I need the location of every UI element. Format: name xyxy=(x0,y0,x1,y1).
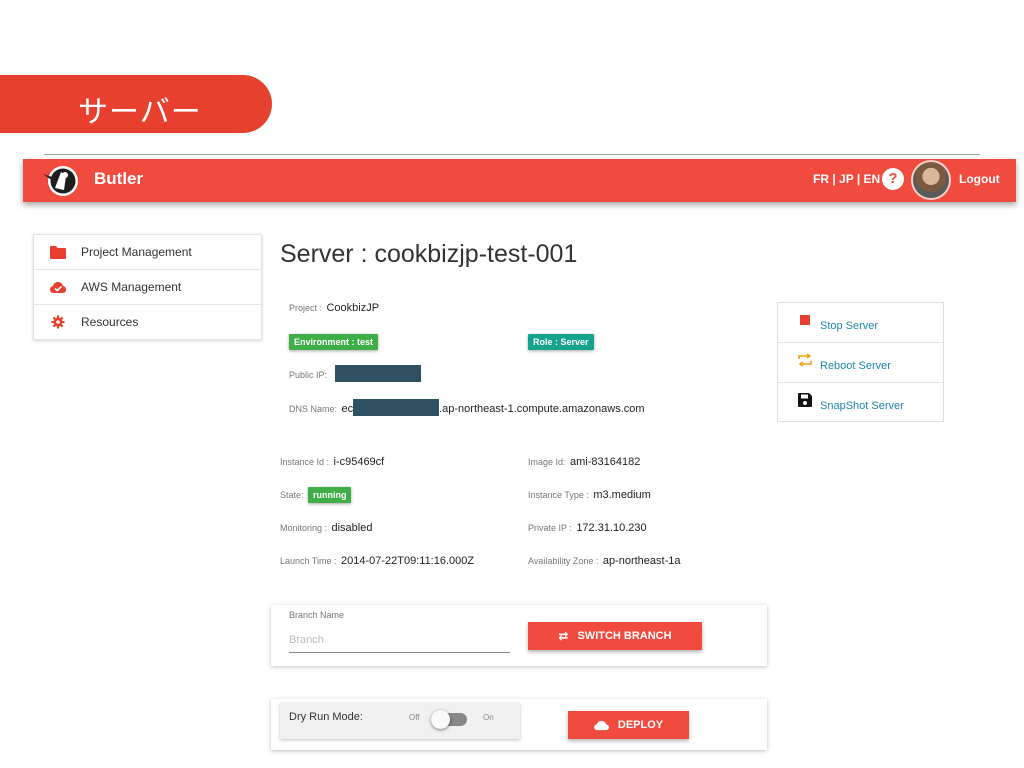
environment-badge: Environment : test xyxy=(289,334,379,350)
instance-type-label: Instance Type : xyxy=(528,490,589,500)
public-ip-field: Public IP: xyxy=(289,365,422,383)
project-field: Project : CookbizJP xyxy=(289,298,379,316)
stop-server-button[interactable]: Stop Server xyxy=(778,303,943,343)
dry-run-on-label: On xyxy=(483,713,494,722)
availability-zone-field: Availability Zone : ap-northeast-1a xyxy=(528,551,681,569)
sidebar-item-label: Project Management xyxy=(81,245,192,259)
reboot-server-label: Reboot Server xyxy=(820,360,891,372)
dns-suffix: .ap-northeast-1.compute.amazonaws.com xyxy=(439,403,645,415)
sidebar: Project Management AWS Management Resour… xyxy=(33,234,262,340)
availability-zone-label: Availability Zone : xyxy=(528,556,599,566)
cloud-icon xyxy=(594,720,609,730)
swap-arrows-icon: ⇄ xyxy=(558,629,569,643)
image-id-label: Image Id: xyxy=(528,457,566,467)
language-switcher[interactable]: FR | JP | EN xyxy=(813,172,880,186)
reboot-server-button[interactable]: Reboot Server xyxy=(778,343,943,383)
stop-icon xyxy=(800,315,810,325)
sidebar-item-label: Resources xyxy=(81,315,139,329)
instance-type-value: m3.medium xyxy=(593,489,651,501)
toggle-knob xyxy=(431,710,450,729)
monitoring-value: disabled xyxy=(331,522,373,534)
deploy-label: DEPLOY xyxy=(617,719,664,731)
private-ip-value: 172.31.10.230 xyxy=(576,522,647,534)
folder-icon xyxy=(50,246,66,259)
snapshot-server-label: SnapShot Server xyxy=(820,400,904,412)
state-badge: running xyxy=(307,487,352,503)
redacted-dns-part xyxy=(353,399,440,417)
brand-name[interactable]: Butler xyxy=(94,169,143,189)
availability-zone-value: ap-northeast-1a xyxy=(602,555,681,567)
launch-time-value: 2014-07-22T09:11:16.000Z xyxy=(340,555,475,567)
instance-id-field: Instance Id : i-c95469cf xyxy=(280,452,384,470)
project-label: Project : xyxy=(289,303,323,313)
dns-prefix: ec xyxy=(341,403,354,415)
gear-icon xyxy=(51,315,65,329)
cloud-check-icon xyxy=(50,282,66,293)
project-value: CookbizJP xyxy=(326,302,380,314)
branch-name-input[interactable] xyxy=(289,627,510,653)
slide-title: サーバー xyxy=(78,95,202,130)
image-id-field: Image Id: ami-83164182 xyxy=(528,452,640,470)
branch-card: Branch Name ⇄ SWITCH BRANCH xyxy=(271,605,767,666)
branch-name-label: Branch Name xyxy=(289,610,345,620)
private-ip-label: Private IP : xyxy=(528,523,572,533)
dns-label: DNS Name: xyxy=(289,404,338,414)
sidebar-item-project-management[interactable]: Project Management xyxy=(34,235,261,270)
deploy-card: Dry Run Mode: Off On DEPLOY xyxy=(271,699,767,750)
image-id-value: ami-83164182 xyxy=(569,456,641,468)
stop-server-label: Stop Server xyxy=(820,320,879,332)
role-badge: Role : Server xyxy=(528,334,594,350)
repeat-icon xyxy=(798,353,812,367)
instance-id-label: Instance Id : xyxy=(280,457,330,467)
slide-divider xyxy=(44,154,980,155)
dns-field: DNS Name: ec .ap-northeast-1.compute.amaz… xyxy=(289,399,645,417)
dry-run-label: Dry Run Mode: xyxy=(289,711,363,723)
dry-run-off-label: Off xyxy=(409,713,420,722)
server-actions-panel: Stop Server Reboot Server SnapShot Serve… xyxy=(777,302,944,422)
sidebar-item-aws-management[interactable]: AWS Management xyxy=(34,270,261,305)
role-badge-wrap: Role : Server xyxy=(528,332,594,350)
public-ip-label: Public IP: xyxy=(289,370,328,380)
environment-badge-wrap: Environment : test xyxy=(289,332,379,350)
monitoring-field: Monitoring : disabled xyxy=(280,518,372,536)
switch-branch-button[interactable]: ⇄ SWITCH BRANCH xyxy=(528,622,702,650)
butler-logo-icon[interactable] xyxy=(41,162,79,200)
launch-time-field: Launch Time : 2014-07-22T09:11:16.000Z xyxy=(280,551,474,569)
dry-run-toggle[interactable] xyxy=(431,710,467,729)
private-ip-field: Private IP : 172.31.10.230 xyxy=(528,518,647,536)
state-label: State: xyxy=(280,490,304,500)
top-navbar: Butler FR | JP | EN ? Logout xyxy=(23,159,1016,202)
instance-id-value: i-c95469cf xyxy=(333,456,385,468)
help-icon[interactable]: ? xyxy=(882,168,904,190)
redacted-public-ip xyxy=(335,365,422,383)
monitoring-label: Monitoring : xyxy=(280,523,328,533)
deploy-button[interactable]: DEPLOY xyxy=(568,711,689,739)
snapshot-server-button[interactable]: SnapShot Server xyxy=(778,383,943,423)
sidebar-item-label: AWS Management xyxy=(81,280,182,294)
sidebar-item-resources[interactable]: Resources xyxy=(34,305,261,340)
dry-run-panel: Dry Run Mode: Off On xyxy=(280,703,520,739)
state-field: State: running xyxy=(280,485,352,503)
slide-title-banner: サーバー xyxy=(0,75,272,133)
page-title: Server : cookbizjp-test-001 xyxy=(280,240,578,268)
launch-time-label: Launch Time : xyxy=(280,556,337,566)
user-avatar[interactable] xyxy=(911,160,951,200)
switch-branch-label: SWITCH BRANCH xyxy=(577,630,672,642)
instance-type-field: Instance Type : m3.medium xyxy=(528,485,651,503)
save-icon xyxy=(798,393,812,407)
logout-link[interactable]: Logout xyxy=(959,172,1000,186)
